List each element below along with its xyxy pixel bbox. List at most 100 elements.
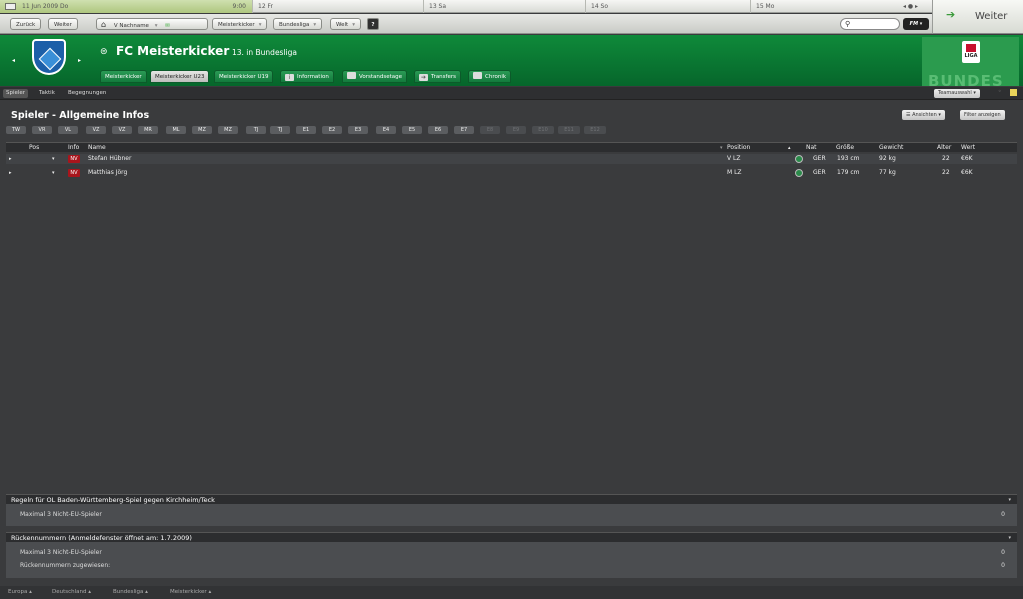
club-league-position: 13. in Bundesliga — [232, 48, 297, 57]
tab-transfers[interactable]: ➔ Transfers — [414, 70, 461, 83]
column-value[interactable]: Wert — [961, 143, 975, 153]
filter-mz[interactable]: MZ — [192, 126, 212, 134]
pos-dropdown-icon[interactable]: ▾ — [52, 154, 55, 164]
table-row[interactable]: ▸ ▾ NV Stefan Hübner V LZ GER 193 cm 92 … — [6, 154, 1017, 164]
previous-club-arrow-icon[interactable]: ◂ — [12, 57, 15, 64]
tab-meisterkicker-u19[interactable]: Meisterkicker U19 — [214, 70, 274, 83]
today-date: 11 Jun 2009 Do — [22, 3, 69, 10]
player-height: 193 cm — [837, 155, 860, 162]
filter-mr[interactable]: MR — [138, 126, 158, 134]
filter-e5[interactable]: E5 — [402, 126, 422, 134]
next-club-arrow-icon[interactable]: ▸ — [78, 57, 81, 64]
column-age[interactable]: Alter — [937, 143, 951, 153]
team-select-dropdown[interactable]: Teamauswahl ▾ — [934, 89, 980, 98]
column-position[interactable]: Position — [727, 143, 750, 153]
filter-button[interactable]: Filter anzeigen — [960, 110, 1005, 120]
tab-information[interactable]: i Information — [280, 70, 334, 83]
column-info[interactable]: Info — [68, 143, 79, 153]
filter-e3[interactable]: E3 — [348, 126, 368, 134]
breadcrumb-item[interactable]: Meisterkicker ▴ — [170, 587, 211, 598]
club-icon: ⊜ — [100, 47, 108, 57]
tab-meisterkicker[interactable]: Meisterkicker — [100, 70, 147, 83]
calendar-today[interactable]: 11 Jun 2009 Do 9:00 — [0, 0, 252, 13]
inbox-icon: ✉ — [165, 23, 170, 29]
player-table-header: Pos Info Name ▾ Position ▴ Nat Größe Gew… — [6, 142, 1017, 152]
column-height[interactable]: Größe — [836, 143, 854, 153]
filter-ml[interactable]: ML — [166, 126, 186, 134]
row-expand-icon[interactable]: ▸ — [9, 168, 12, 178]
filter-e10: E10 — [532, 126, 554, 134]
filter-e6[interactable]: E6 — [428, 126, 448, 134]
panel-header[interactable]: Regeln für OL Baden-Württemberg-Spiel ge… — [6, 494, 1017, 504]
fm-menu-button[interactable]: FM ▾ — [903, 18, 929, 30]
filter-tw[interactable]: TW — [6, 126, 26, 134]
arrow-right-icon: ➔ — [946, 8, 956, 21]
filter-tj[interactable]: TJ — [270, 126, 290, 134]
note-icon[interactable] — [1010, 89, 1017, 96]
column-pos[interactable]: Pos — [29, 143, 39, 153]
calendar-day[interactable]: 14 So — [585, 0, 750, 13]
club-menu-button[interactable]: Meisterkicker ▾ — [212, 18, 268, 30]
tab-chronik[interactable]: Chronik — [468, 70, 512, 83]
home-button[interactable]: ⌂ V Nachname ▾ ✉ — [96, 18, 208, 30]
filter-vz[interactable]: VZ — [86, 126, 106, 134]
list-item: Maximal 3 Nicht-EU-Spieler 0 — [20, 511, 1005, 518]
player-age: 22 — [942, 155, 950, 162]
table-row[interactable]: ▸ ▾ NV Matthias Jörg M LZ GER 179 cm 77 … — [6, 168, 1017, 178]
player-age: 22 — [942, 169, 950, 176]
filter-e1[interactable]: E1 — [296, 126, 316, 134]
column-nat[interactable]: Nat — [806, 143, 817, 153]
breadcrumb-item[interactable]: Deutschland ▴ — [52, 587, 91, 598]
filter-e9: E9 — [506, 126, 526, 134]
forward-button[interactable]: Weiter — [48, 18, 78, 30]
search-input[interactable]: ⚲ — [840, 18, 900, 30]
pos-dropdown-icon[interactable]: ▾ — [52, 168, 55, 178]
filter-e4[interactable]: E4 — [376, 126, 396, 134]
player-name[interactable]: Stefan Hübner — [88, 154, 131, 164]
column-name[interactable]: Name — [88, 143, 106, 153]
league-menu-button[interactable]: Bundesliga ▾ — [273, 18, 323, 30]
nation-flag-icon — [795, 155, 803, 163]
filter-vl[interactable]: VL — [58, 126, 78, 134]
breadcrumb: Europa ▴ Deutschland ▴ Bundesliga ▴ Meis… — [0, 586, 1023, 599]
collapse-icon[interactable]: ▾ — [1008, 533, 1011, 543]
search-icon: ⚲ — [845, 20, 851, 28]
settings-dot-icon[interactable]: ◦ — [998, 88, 1002, 95]
collapse-icon[interactable]: ▾ — [1008, 495, 1011, 505]
transfer-arrow-icon: ➔ — [419, 74, 428, 81]
filter-vz[interactable]: VZ — [112, 126, 132, 134]
tab-begegnungen[interactable]: Begegnungen — [65, 89, 109, 98]
filter-vr[interactable]: VR — [32, 126, 52, 134]
player-height: 179 cm — [837, 169, 860, 176]
world-menu-button[interactable]: Welt ▾ — [330, 18, 361, 30]
player-weight: 92 kg — [879, 155, 896, 162]
continue-button[interactable]: ➔ Weiter — [932, 0, 1023, 34]
calendar-day[interactable]: 15 Mo — [750, 0, 900, 13]
sort-indicator-icon: ▾ — [720, 145, 723, 151]
filter-e2[interactable]: E2 — [322, 126, 342, 134]
breadcrumb-item[interactable]: Europa ▴ — [8, 587, 32, 598]
board-icon — [347, 72, 356, 79]
tab-spieler[interactable]: Spieler — [3, 89, 29, 98]
bundesliga-logo: LIGA BUNDES — [922, 37, 1019, 86]
filter-e7[interactable]: E7 — [454, 126, 474, 134]
player-name[interactable]: Matthias Jörg — [88, 168, 127, 178]
tab-meisterkicker-u23[interactable]: Meisterkicker U23 — [150, 70, 210, 83]
views-button[interactable]: ☰ Ansichten ▾ — [902, 110, 945, 120]
back-button[interactable]: Zurück — [10, 18, 42, 30]
calendar-day[interactable]: 13 Sa — [423, 0, 585, 13]
column-weight[interactable]: Gewicht — [879, 143, 903, 153]
filter-e12: E12 — [584, 126, 606, 134]
player-position: M LZ — [727, 169, 742, 176]
panel-header[interactable]: Rückennummern (Anmeldefenster öffnet am:… — [6, 532, 1017, 542]
breadcrumb-item[interactable]: Bundesliga ▴ — [113, 587, 148, 598]
row-expand-icon[interactable]: ▸ — [9, 154, 12, 164]
help-button[interactable]: ? — [367, 18, 379, 30]
calendar-day[interactable]: 12 Fr — [252, 0, 423, 13]
calendar-nav-arrows[interactable]: ◂ ● ▸ — [903, 0, 923, 13]
manager-name: V Nachname — [113, 23, 149, 29]
filter-mz[interactable]: MZ — [218, 126, 238, 134]
filter-tj[interactable]: TJ — [246, 126, 266, 134]
tab-taktik[interactable]: Taktik — [36, 89, 58, 98]
tab-vorstandsetage[interactable]: Vorstandsetage — [342, 70, 407, 83]
